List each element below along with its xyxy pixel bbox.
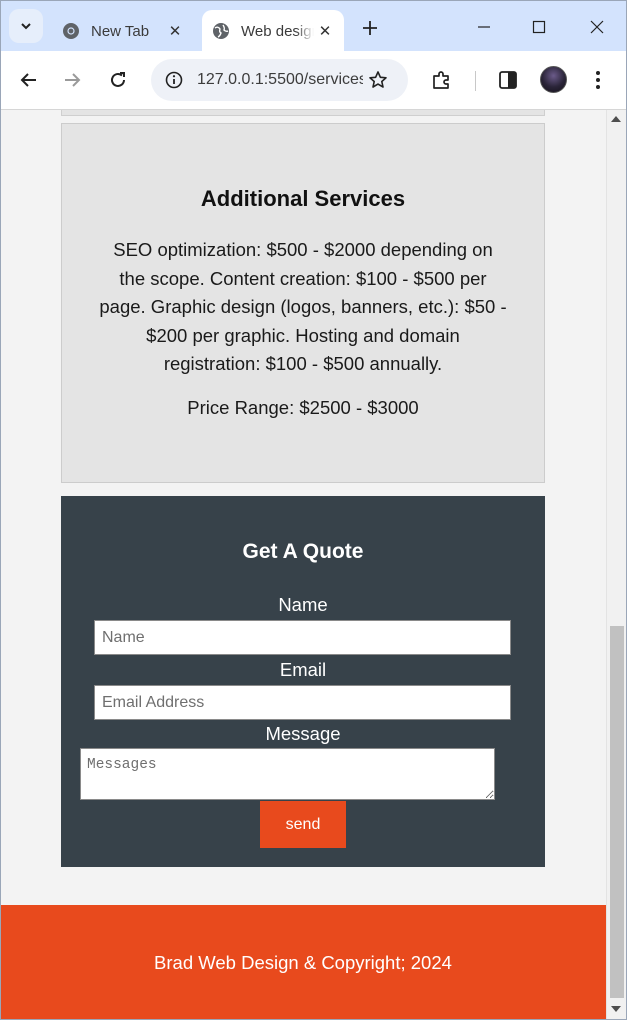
more-vertical-icon — [596, 71, 600, 89]
minimize-icon — [478, 26, 490, 28]
tab-search-button[interactable] — [9, 9, 43, 43]
tab-new-tab[interactable]: New Tab ✕ — [52, 10, 194, 52]
tab-title: Web design — [241, 22, 314, 40]
tab-bar: New Tab ✕ Web design ✕ — [0, 0, 627, 52]
arrow-right-icon — [65, 73, 81, 87]
forward-button[interactable] — [57, 65, 87, 95]
footer-copyright: Brad Web Design & Copyright; 2024 — [154, 951, 452, 973]
globe-icon — [213, 23, 229, 39]
message-textarea[interactable] — [80, 748, 495, 800]
card-description: SEO optimization: $500 - $2000 depending… — [99, 239, 507, 374]
side-panel-button[interactable] — [493, 65, 523, 95]
extensions-button[interactable] — [427, 65, 457, 95]
browser-toolbar: 127.0.0.1:5500/services.html — [0, 51, 627, 110]
scroll-up-arrow-icon[interactable] — [611, 116, 621, 122]
chevron-down-icon — [21, 23, 31, 30]
info-icon — [165, 71, 183, 89]
site-info-button[interactable] — [159, 65, 189, 95]
close-icon — [590, 20, 604, 34]
new-tab-button[interactable] — [356, 14, 384, 42]
chrome-icon — [63, 23, 79, 39]
maximize-icon — [532, 20, 546, 34]
email-label: Email — [279, 659, 327, 680]
reload-button[interactable] — [103, 65, 133, 95]
minimize-button[interactable] — [464, 10, 504, 44]
maximize-button[interactable] — [519, 10, 559, 44]
page-footer: Brad Web Design & Copyright; 2024 — [0, 905, 606, 1020]
scroll-thumb[interactable] — [610, 626, 624, 998]
puzzle-icon — [433, 71, 449, 89]
reload-icon — [111, 72, 125, 87]
star-icon — [369, 71, 387, 88]
email-input[interactable] — [94, 685, 511, 720]
quote-form: Get A Quote Name Email Message send — [61, 496, 545, 867]
bookmark-button[interactable] — [363, 65, 393, 95]
url-text: 127.0.0.1:5500/services.html — [197, 71, 363, 88]
close-window-button[interactable] — [577, 10, 617, 44]
price-range: Price Range: $2500 - $3000 — [187, 396, 419, 418]
tab-web-design[interactable]: Web design ✕ — [202, 10, 344, 52]
send-button[interactable]: send — [260, 801, 346, 848]
plus-icon — [363, 21, 377, 35]
name-label: Name — [278, 594, 328, 615]
arrow-left-icon — [20, 73, 36, 87]
close-tab-icon[interactable]: ✕ — [314, 20, 336, 42]
quote-title: Get A Quote — [242, 540, 364, 563]
vertical-scrollbar[interactable] — [606, 110, 627, 1020]
additional-services-card: Additional Services SEO optimization: $5… — [61, 123, 545, 483]
card-title: Additional Services — [200, 186, 406, 211]
close-tab-icon[interactable]: ✕ — [164, 20, 186, 42]
page-viewport: Additional Services SEO optimization: $5… — [0, 110, 606, 1020]
previous-service-card — [61, 110, 545, 116]
message-label: Message — [265, 723, 341, 744]
toolbar-divider — [475, 71, 476, 91]
side-panel-icon — [499, 71, 517, 89]
tab-title: New Tab — [91, 22, 150, 40]
address-bar[interactable]: 127.0.0.1:5500/services.html — [151, 59, 408, 101]
scroll-down-arrow-icon[interactable] — [611, 1006, 621, 1012]
name-input[interactable] — [94, 620, 511, 655]
back-button[interactable] — [14, 65, 44, 95]
profile-avatar[interactable] — [540, 66, 567, 93]
menu-button[interactable] — [583, 65, 613, 95]
